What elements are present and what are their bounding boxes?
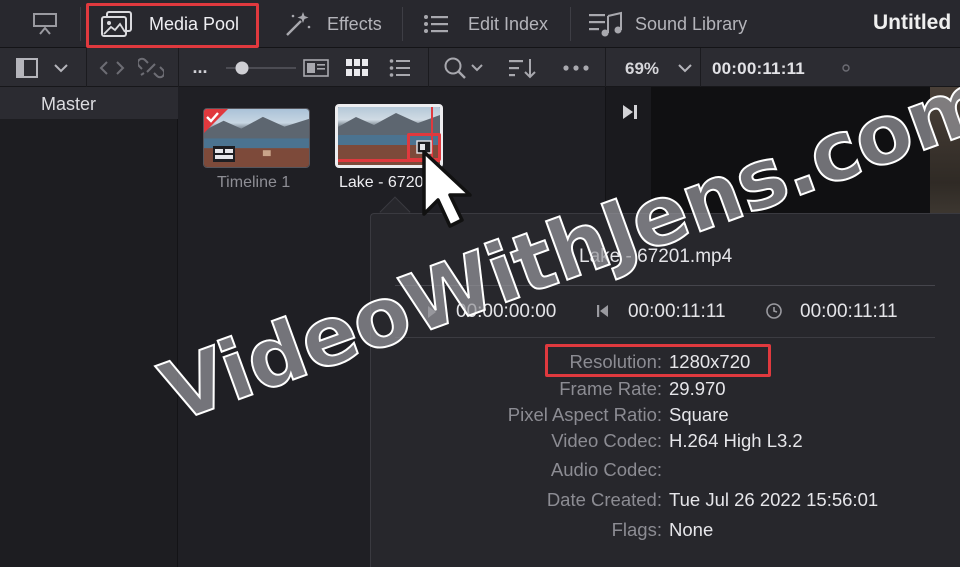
- unlink-icon: [138, 57, 164, 78]
- grid-icon: [346, 58, 368, 76]
- metadata-view-button[interactable]: [300, 48, 332, 87]
- clip-thumbnail-timeline[interactable]: [203, 108, 310, 168]
- property-label-frame-rate: Frame Rate:: [559, 378, 662, 399]
- property-label-flags: Flags:: [611, 519, 662, 540]
- unlink-button[interactable]: [136, 48, 166, 87]
- popup-duration-timecode: 00:00:11:11: [800, 301, 898, 322]
- end-marker-icon: [597, 305, 608, 317]
- media-pool-toolbar: ...: [0, 48, 960, 87]
- sort-icon: [509, 58, 536, 78]
- presentation-icon: [33, 13, 57, 35]
- media-pool-highlight: [86, 3, 259, 48]
- property-value-date-created: Tue Jul 26 2022 15:56:01: [669, 489, 879, 510]
- dot-icon: [842, 63, 850, 72]
- property-label-audio-codec: Audio Codec:: [550, 459, 662, 480]
- list-icon: [424, 15, 448, 33]
- popup-divider-lower: [395, 337, 935, 338]
- more-dots-icon: [563, 64, 589, 71]
- mouse-pointer-icon: [422, 150, 472, 228]
- bin-list-panel: Master: [0, 87, 178, 567]
- chevron-down-icon: [54, 63, 68, 72]
- popup-divider: [395, 285, 935, 286]
- list-view-button[interactable]: [386, 48, 414, 87]
- angle-brackets-icon: [99, 60, 125, 75]
- property-value-video-codec: H.264 High L3.2: [669, 430, 803, 451]
- edit-index-button[interactable]: Edit Index: [423, 0, 548, 48]
- zoom-dropdown-button[interactable]: [674, 48, 696, 87]
- effects-label: Effects: [327, 13, 382, 34]
- zoom-level: 69%: [625, 59, 660, 78]
- record-indicator: [838, 48, 854, 87]
- search-button[interactable]: [440, 48, 486, 87]
- options-menu-button[interactable]: [560, 48, 592, 87]
- timeline-badge-icon: [213, 146, 235, 162]
- toggle-bins-button[interactable]: [12, 48, 42, 87]
- sound-library-label: Sound Library: [635, 13, 748, 34]
- sort-button[interactable]: [504, 48, 540, 87]
- project-title: Untitled: [873, 11, 952, 34]
- popup-start-timecode: 00:00:00:00: [456, 301, 557, 322]
- magic-wand-icon: [286, 12, 311, 36]
- search-chevron-down-icon: [470, 63, 483, 71]
- list-view-icon: [389, 58, 410, 77]
- sound-library-button[interactable]: Sound Library: [588, 0, 747, 48]
- effects-button[interactable]: Effects: [283, 0, 382, 48]
- property-label-date-created: Date Created:: [546, 489, 662, 510]
- zoom-chevron-down-icon: [678, 63, 692, 72]
- edit-index-label: Edit Index: [468, 13, 549, 34]
- bin-item-label: Master: [41, 94, 97, 114]
- property-value-pixel-aspect: Square: [669, 404, 729, 425]
- thumbnail-size-slider[interactable]: [222, 48, 298, 87]
- thumbnail-view-button[interactable]: [342, 48, 372, 87]
- viewer-timecode: 00:00:11:11: [712, 59, 805, 78]
- skip-to-end-icon[interactable]: [620, 102, 640, 122]
- popup-clip-title: Lake - 67201.mp4: [579, 246, 733, 267]
- start-marker-icon: [428, 306, 436, 318]
- property-label-pixel-aspect: Pixel Aspect Ratio:: [507, 404, 662, 425]
- bins-dropdown-button[interactable]: [50, 48, 72, 87]
- more-path-button[interactable]: ...: [188, 48, 212, 87]
- resolution-highlight: [545, 344, 771, 377]
- search-icon: [444, 57, 466, 79]
- property-value-frame-rate: 29.970: [669, 378, 726, 399]
- metadata-view-icon: [303, 58, 329, 77]
- workspace-layout-button[interactable]: [28, 0, 62, 48]
- navigate-back-forward-button[interactable]: [96, 48, 128, 87]
- clip-name-lake: Lake - 6720: [339, 174, 424, 191]
- checkmark-badge-icon: [204, 109, 228, 133]
- clock-icon: [766, 303, 782, 319]
- music-list-icon: [589, 11, 622, 37]
- popup-end-timecode: 00:00:11:11: [628, 301, 726, 322]
- property-value-flags: None: [669, 519, 714, 540]
- property-label-video-codec: Video Codec:: [551, 430, 662, 451]
- bin-item-master[interactable]: Master: [0, 87, 178, 119]
- clip-name-timeline: Timeline 1: [217, 174, 291, 191]
- top-navigation-bar: Media Pool Effects Edit Index Sound Libr…: [0, 0, 960, 48]
- slider-track-icon: [226, 61, 296, 74]
- sidebar-panel-icon: [16, 57, 38, 78]
